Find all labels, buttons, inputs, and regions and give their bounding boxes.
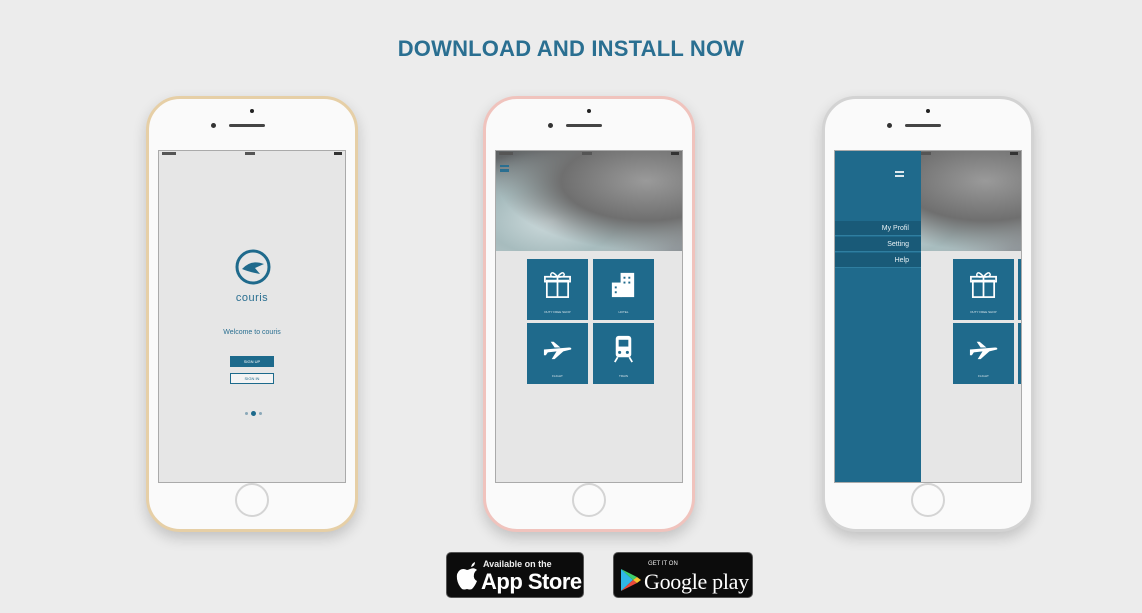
status-bar: [496, 151, 682, 159]
earpiece: [566, 124, 602, 127]
phone-welcome: couris Welcome to couris SIGN UP SIGN IN: [146, 96, 358, 532]
screen-dashboard: DUTY FREE SHOP HOTEL FLIGHT TRAIN: [495, 150, 683, 483]
brand-name: couris: [235, 292, 269, 304]
menu-icon[interactable]: [895, 171, 904, 177]
tile-flight[interactable]: FLIGHT: [527, 323, 588, 384]
tile-label: FLIGHT: [978, 374, 989, 378]
tile-duty-free[interactable]: DUTY FREE SHOP: [527, 259, 588, 320]
screen-menu: DUTY FREE SHOP FLIGHT My Profil Setting …: [834, 150, 1022, 483]
hotel-icon: [611, 272, 635, 298]
google-play-badge[interactable]: GET IT ON Google play: [613, 552, 753, 598]
hamburger-menu-icon[interactable]: [500, 165, 509, 172]
tile-label: DUTY FREE SHOP: [544, 310, 571, 314]
hero-image: [496, 151, 682, 251]
phone-menu: DUTY FREE SHOP FLIGHT My Profil Setting …: [822, 96, 1034, 532]
airplane-icon: [969, 341, 998, 360]
google-play-small-text: GET IT ON: [648, 561, 678, 567]
train-icon: [614, 335, 633, 363]
tile-train[interactable]: TRAIN: [593, 323, 654, 384]
gift-icon: [970, 272, 997, 298]
apple-icon: [456, 562, 477, 590]
side-menu: My Profil Setting Help: [835, 151, 921, 482]
tile-hotel-partial[interactable]: [1018, 259, 1021, 320]
earpiece: [905, 124, 941, 127]
tile-duty-free[interactable]: DUTY FREE SHOP: [953, 259, 1014, 320]
status-bar: [159, 151, 345, 159]
tile-flight[interactable]: FLIGHT: [953, 323, 1014, 384]
home-button[interactable]: [911, 483, 945, 517]
tile-label: HOTEL: [618, 310, 629, 314]
app-store-small-text: Available on the: [483, 559, 552, 569]
phone-dashboard: DUTY FREE SHOP HOTEL FLIGHT TRAIN: [483, 96, 695, 532]
sign-in-button[interactable]: SIGN IN: [230, 373, 274, 384]
page-indicator: [241, 411, 265, 417]
welcome-text: Welcome to couris: [223, 329, 281, 336]
home-button[interactable]: [572, 483, 606, 517]
screen-welcome: couris Welcome to couris SIGN UP SIGN IN: [158, 150, 346, 483]
tile-train-partial[interactable]: [1018, 323, 1021, 384]
front-camera: [887, 123, 892, 128]
gift-icon: [544, 272, 571, 298]
sign-up-button[interactable]: SIGN UP: [230, 356, 274, 367]
tile-hotel[interactable]: HOTEL: [593, 259, 654, 320]
menu-item-my-profil[interactable]: My Profil: [835, 221, 921, 236]
google-play-icon: [621, 569, 641, 591]
airplane-icon: [543, 341, 572, 360]
home-button[interactable]: [235, 483, 269, 517]
google-play-big-text: Google play: [644, 569, 749, 594]
front-camera: [211, 123, 216, 128]
app-store-big-text: App Store: [481, 569, 582, 594]
tile-label: TRAIN: [619, 374, 628, 378]
couris-logo-icon: [235, 249, 271, 285]
front-camera: [548, 123, 553, 128]
app-store-badge[interactable]: Available on the App Store: [446, 552, 584, 598]
menu-item-setting[interactable]: Setting: [835, 237, 921, 252]
speaker-dot: [926, 109, 930, 113]
speaker-dot: [587, 109, 591, 113]
tile-label: FLIGHT: [552, 374, 563, 378]
menu-item-help[interactable]: Help: [835, 253, 921, 268]
page-title: DOWNLOAD AND INSTALL NOW: [397, 36, 745, 61]
speaker-dot: [250, 109, 254, 113]
earpiece: [229, 124, 265, 127]
tile-label: DUTY FREE SHOP: [970, 310, 997, 314]
